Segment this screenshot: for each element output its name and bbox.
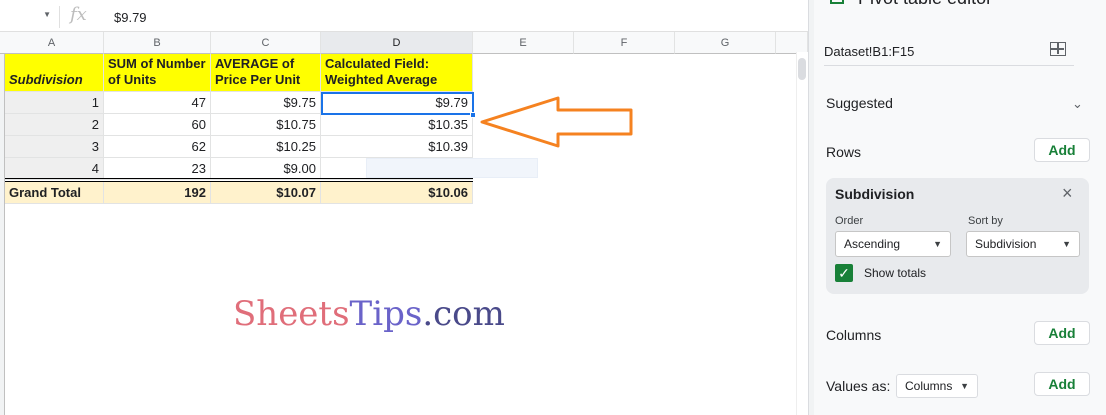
suggested-label[interactable]: Suggested (826, 95, 893, 111)
table-row-cell[interactable]: 62 (104, 136, 211, 158)
grand-total-units[interactable]: 192 (104, 182, 211, 204)
panel-title: Pivot table editor (858, 0, 992, 9)
table-row-cell[interactable]: 4 (5, 158, 104, 180)
column-header-c[interactable]: C (211, 32, 321, 54)
table-row-cell[interactable]: $9.00 (211, 158, 321, 180)
column-header-blank (776, 32, 808, 54)
add-values-button[interactable]: Add (1034, 372, 1090, 396)
pivot-header-avg-price[interactable]: AVERAGE of Price Per Unit (211, 54, 321, 92)
order-label: Order (835, 215, 864, 227)
rows-label: Rows (826, 144, 862, 160)
table-row-cell[interactable]: $9.75 (211, 92, 321, 114)
row-field-card: Subdivision × Order Sort by Ascending ▼ … (826, 178, 1089, 294)
sheets-icon (830, 0, 844, 4)
scrollbar-thumb[interactable] (798, 58, 806, 80)
panel-scrollbar[interactable] (1096, 0, 1106, 415)
table-row-cell[interactable]: $10.39 (321, 136, 473, 158)
watermark-part-tips: Tips (349, 294, 423, 334)
column-header-e[interactable]: E (473, 32, 574, 54)
grand-total-avg-price[interactable]: $10.07 (211, 182, 321, 204)
table-row-cell[interactable]: $10.75 (211, 114, 321, 136)
sort-by-value: Subdivision (975, 237, 1037, 251)
pivot-header-weighted-avg[interactable]: Calculated Field: Weighted Average (321, 54, 473, 92)
row-field-title: Subdivision (835, 186, 915, 202)
table-row-cell[interactable]: $10.35 (321, 114, 473, 136)
column-header-g[interactable]: G (675, 32, 776, 54)
table-row-cell[interactable]: 1 (5, 92, 104, 114)
watermark-part-com: .com (422, 294, 505, 334)
add-rows-button[interactable]: Add (1034, 138, 1090, 162)
values-as-dropdown[interactable]: Columns ▼ (896, 374, 978, 398)
values-as-value: Columns (905, 379, 953, 393)
table-row-cell[interactable]: 23 (104, 158, 211, 180)
pivot-editor-panel: Pivot table editor Dataset!B1:F15 Sugges… (814, 0, 1106, 415)
table-row-cell[interactable]: 3 (5, 136, 104, 158)
grand-total-label[interactable]: Grand Total (5, 182, 104, 204)
watermark-part-sheets: Sheets (233, 294, 350, 334)
dropdown-caret-icon: ▼ (960, 381, 969, 391)
order-dropdown[interactable]: Ascending ▼ (835, 231, 951, 257)
values-as-label: Values as: (826, 378, 891, 394)
column-header-a[interactable]: A (0, 32, 104, 54)
fill-handle[interactable] (470, 112, 476, 118)
grand-total-weighted-avg[interactable]: $10.06 (321, 182, 473, 204)
order-value: Ascending (844, 237, 901, 251)
sort-by-dropdown[interactable]: Subdivision ▼ (966, 231, 1080, 257)
table-row-cell[interactable]: $10.25 (211, 136, 321, 158)
close-icon[interactable]: × (1062, 183, 1073, 204)
data-range-field[interactable]: Dataset!B1:F15 (824, 34, 1074, 66)
pivot-header-sum-units[interactable]: SUM of Number of Units (104, 54, 211, 92)
table-row-cell[interactable]: 2 (5, 114, 104, 136)
columns-label: Columns (826, 327, 882, 343)
table-row-cell[interactable]: 60 (104, 114, 211, 136)
add-columns-button[interactable]: Add (1034, 321, 1090, 345)
column-header-d[interactable]: D (321, 32, 473, 54)
table-row-cell[interactable]: $9.79 (321, 92, 473, 114)
table-row-cell[interactable]: 47 (104, 92, 211, 114)
name-box[interactable]: ▼ (0, 6, 60, 28)
pivot-header-subdivision[interactable]: Subdivision (5, 54, 104, 92)
formula-bar: ▼ fx $9.79 (0, 0, 808, 32)
column-header-b[interactable]: B (104, 32, 211, 54)
chevron-down-icon[interactable]: ⌄ (1072, 96, 1083, 112)
dropdown-caret-icon[interactable]: ▼ (43, 10, 51, 19)
column-header-f[interactable]: F (574, 32, 675, 54)
sort-by-label: Sort by (968, 215, 1003, 227)
checkbox-checked-icon[interactable]: ✓ (835, 264, 853, 282)
formula-input[interactable]: $9.79 (114, 10, 147, 25)
arrow-annotation-icon (480, 96, 633, 148)
dropdown-caret-icon: ▼ (933, 239, 942, 249)
data-range-text[interactable]: Dataset!B1:F15 (824, 44, 914, 59)
spreadsheet-grid[interactable]: A B C D E F G Subdivision SUM of Number … (0, 32, 808, 415)
fx-icon: fx (70, 4, 87, 25)
watermark-logo: SheetsTips.com (233, 294, 505, 334)
select-range-icon[interactable] (1050, 42, 1066, 56)
arrow-shape (480, 96, 633, 148)
vertical-scrollbar[interactable] (796, 52, 808, 415)
show-totals-label[interactable]: Show totals (864, 266, 926, 280)
dropdown-caret-icon: ▼ (1062, 239, 1071, 249)
